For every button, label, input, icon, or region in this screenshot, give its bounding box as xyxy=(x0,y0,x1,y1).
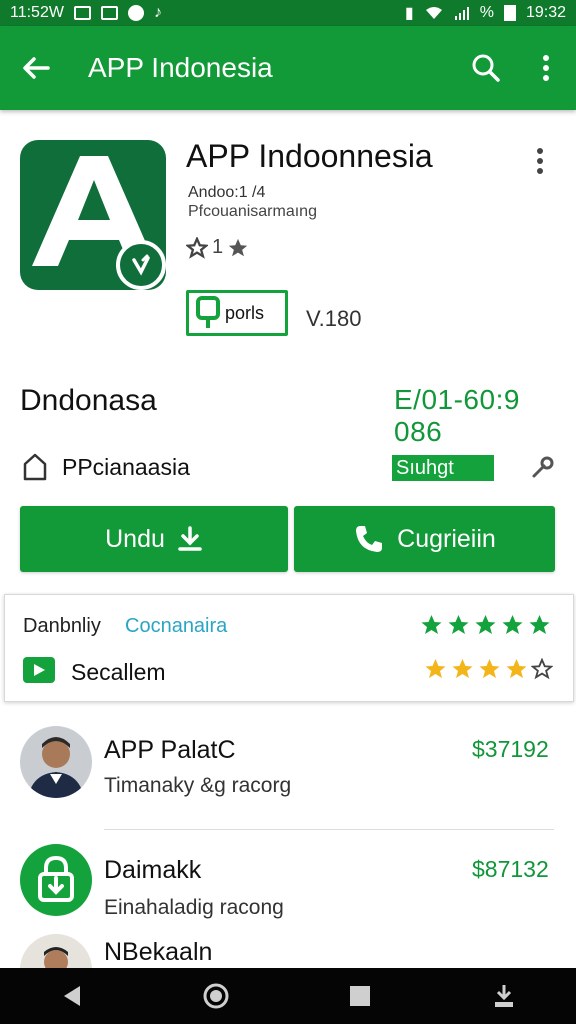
star-icon xyxy=(228,238,248,256)
app-developer: Andoo:1 /4 xyxy=(188,184,266,201)
more-vert-icon xyxy=(543,55,549,81)
avatar xyxy=(20,726,92,798)
rating-row: 1 xyxy=(186,236,249,259)
star-icon xyxy=(421,615,442,634)
star-outline-icon xyxy=(531,658,553,680)
list-item-subtitle: Timanaky &g racorg xyxy=(104,774,292,797)
battery-icon xyxy=(503,5,516,21)
avatar xyxy=(20,934,92,968)
download-icon xyxy=(178,526,202,551)
back-button[interactable] xyxy=(0,26,72,110)
lock-download-icon xyxy=(20,844,92,916)
app-name: APP Indoonnesia xyxy=(186,138,433,174)
download-tray-icon xyxy=(495,985,513,1007)
battery-percent: % xyxy=(479,4,494,21)
phone-icon xyxy=(356,526,383,552)
status-time: 11:52W xyxy=(10,4,64,21)
star-icon xyxy=(448,615,469,634)
nav-back-button[interactable] xyxy=(42,968,102,1024)
home-circle-icon xyxy=(203,983,229,1009)
section-title: Dndonasa xyxy=(20,384,157,417)
star-icon xyxy=(506,659,527,678)
app-bar: APP Indonesia xyxy=(0,26,576,110)
list-item-title: NBekaaln xyxy=(104,938,213,966)
star-outline-icon xyxy=(186,236,208,259)
download-button[interactable]: Undu xyxy=(20,506,288,572)
chat-notification-icon xyxy=(127,5,144,21)
recents-square-icon xyxy=(350,986,370,1006)
list-item-price: $37192 xyxy=(472,736,549,762)
list-item[interactable]: NBekaaln xyxy=(0,930,576,968)
provider-name: PPcianaasia xyxy=(62,454,190,480)
home-icon xyxy=(22,452,48,487)
status-bar: 11:52W ♪ ▮ % 19:32 xyxy=(0,0,576,26)
section-value: E/01-60:9 086 xyxy=(394,384,520,447)
star-icon xyxy=(479,659,500,678)
app-bar-title: APP Indonesia xyxy=(88,52,273,83)
status-chip: Sıuhgt xyxy=(392,455,494,481)
gold-star-rating xyxy=(423,657,553,681)
vibrate-icon: ▮ xyxy=(404,5,414,22)
download-label: Undu xyxy=(105,524,165,553)
ports-badge[interactable]: porls xyxy=(186,290,288,336)
app-version: V.180 xyxy=(306,306,362,331)
list-item-title: APP PalatC xyxy=(104,736,236,764)
app-more-button[interactable] xyxy=(536,148,544,179)
back-triangle-icon xyxy=(64,986,80,1006)
star-icon xyxy=(475,615,496,634)
divider xyxy=(104,829,554,830)
more-options-button[interactable] xyxy=(516,26,576,110)
system-nav-bar xyxy=(0,968,576,1024)
call-button[interactable]: Cugrieiin xyxy=(294,506,555,572)
card-row2-label: Secallem xyxy=(71,659,166,685)
more-vert-icon xyxy=(537,148,543,174)
badge-label: porls xyxy=(225,302,265,323)
search-icon xyxy=(472,54,500,82)
wifi-icon xyxy=(425,7,442,19)
wrench-icon xyxy=(532,456,554,478)
list-item-title: Daimakk xyxy=(104,856,202,884)
star-icon xyxy=(502,615,523,634)
edit-button[interactable] xyxy=(530,454,556,485)
signal-icon xyxy=(454,7,469,20)
card-label: Danbnliy xyxy=(23,615,101,637)
play-icon xyxy=(23,657,55,683)
status-clock: 19:32 xyxy=(525,4,566,21)
list-item[interactable]: APP PalatC Timanaky &g racorg $37192 xyxy=(0,720,576,830)
gallery-notification-icon xyxy=(100,6,118,20)
nav-home-button[interactable] xyxy=(186,968,246,1024)
search-button[interactable] xyxy=(456,26,516,110)
rating-card: Danbnliy Cocnanaira Secallem xyxy=(4,594,574,702)
card-link[interactable]: Cocnanaira xyxy=(125,615,227,638)
star-icon xyxy=(425,659,446,678)
rating-value: 1 xyxy=(212,236,224,258)
image-notification-icon xyxy=(73,6,91,20)
green-star-rating xyxy=(419,613,552,637)
app-category: Pfcouanisarmaıng xyxy=(188,203,317,220)
pin-icon xyxy=(196,296,220,328)
nav-recents-button[interactable] xyxy=(330,968,390,1024)
star-icon xyxy=(452,659,473,678)
verified-badge-icon xyxy=(116,240,166,290)
call-label: Cugrieiin xyxy=(397,524,496,553)
list-item-subtitle: Einahaladig racong xyxy=(104,896,284,919)
music-notification-icon: ♪ xyxy=(153,4,162,21)
star-icon xyxy=(529,615,550,634)
arrow-left-icon xyxy=(23,57,50,79)
nav-download-button[interactable] xyxy=(474,968,534,1024)
list-item[interactable]: Daimakk Einahaladig racong $87132 xyxy=(0,840,576,940)
list-item-price: $87132 xyxy=(472,856,549,882)
